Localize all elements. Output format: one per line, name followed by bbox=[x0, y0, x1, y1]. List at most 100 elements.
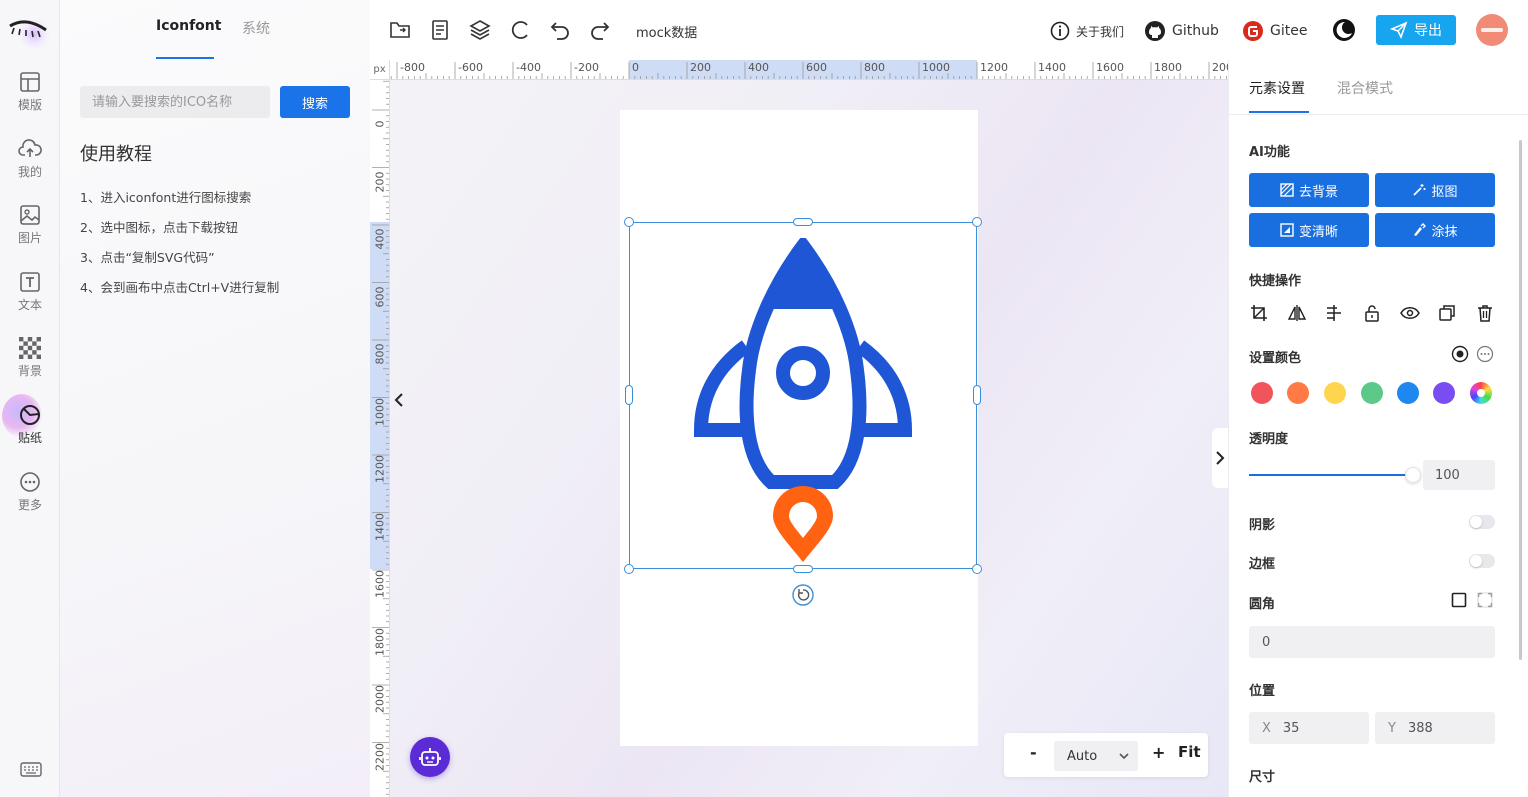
radius-uniform-icon[interactable] bbox=[1451, 592, 1467, 608]
tab-system[interactable]: 系统 bbox=[242, 18, 270, 38]
rail-item-more[interactable]: 更多 bbox=[0, 470, 60, 526]
layers-icon[interactable] bbox=[468, 18, 492, 42]
rail-item-images[interactable]: 图片 bbox=[0, 203, 60, 259]
undo-icon[interactable] bbox=[548, 18, 572, 42]
resize-handle-bottom-right[interactable] bbox=[972, 564, 982, 574]
export-label: 导出 bbox=[1414, 23, 1442, 39]
shadow-toggle[interactable] bbox=[1469, 515, 1495, 529]
remove-background-button[interactable]: 去背景 bbox=[1249, 173, 1369, 207]
mock-data-label[interactable]: mock数据 bbox=[636, 22, 697, 41]
about-link[interactable]: 关于我们 bbox=[1050, 18, 1124, 44]
align-icon bbox=[1327, 305, 1341, 321]
enhance-button[interactable]: 变清晰 bbox=[1249, 213, 1369, 247]
resize-handle-top[interactable] bbox=[793, 218, 813, 226]
delete-button[interactable] bbox=[1474, 302, 1496, 324]
tab-element-settings[interactable]: 元素设置 bbox=[1249, 78, 1305, 98]
enhance-icon bbox=[1280, 223, 1294, 237]
resize-handle-left[interactable] bbox=[625, 385, 633, 405]
rail-item-mine[interactable]: 我的 bbox=[0, 137, 60, 193]
resize-handle-bottom[interactable] bbox=[793, 565, 813, 573]
ruler-tick-label: 1600 bbox=[373, 570, 387, 598]
icon-search-input[interactable] bbox=[80, 86, 270, 118]
color-swatch[interactable] bbox=[1251, 382, 1273, 404]
collapse-left-panel-button[interactable] bbox=[390, 386, 408, 414]
zoom-select[interactable]: Auto bbox=[1054, 741, 1138, 771]
ruler-tick-label: 800 bbox=[864, 61, 885, 74]
visibility-button[interactable] bbox=[1399, 302, 1421, 324]
rail-item-templates[interactable]: 模版 bbox=[0, 70, 60, 126]
ruler-tick-label: 400 bbox=[373, 228, 387, 250]
resize-handle-top-right[interactable] bbox=[972, 217, 982, 227]
keyboard-icon[interactable] bbox=[20, 760, 42, 778]
canvas-area[interactable]: - Auto + Fit bbox=[390, 80, 1228, 797]
cutout-button[interactable]: 抠图 bbox=[1375, 173, 1495, 207]
color-mode-solid-icon[interactable] bbox=[1451, 345, 1469, 363]
chevron-down-icon bbox=[1119, 753, 1129, 760]
ai-assistant-button[interactable] bbox=[410, 737, 450, 777]
send-icon bbox=[1390, 21, 1408, 39]
ruler-tick-label: -800 bbox=[400, 61, 425, 74]
resize-handle-top-left[interactable] bbox=[624, 217, 634, 227]
import-file-icon[interactable] bbox=[388, 18, 412, 42]
position-y-input[interactable]: Y 388 bbox=[1375, 712, 1495, 744]
color-section-title: 设置颜色 bbox=[1249, 351, 1302, 366]
align-button[interactable] bbox=[1323, 302, 1345, 324]
redo-icon[interactable] bbox=[588, 18, 612, 42]
rail-item-label: 图片 bbox=[17, 231, 42, 245]
border-toggle[interactable] bbox=[1469, 554, 1495, 568]
remove-bg-icon bbox=[1280, 183, 1294, 197]
color-swatch[interactable] bbox=[1433, 382, 1455, 404]
position-x-input[interactable]: X 35 bbox=[1249, 712, 1369, 744]
tutorial-step: 1、进入iconfont进行图标搜索 bbox=[80, 190, 252, 205]
selection-box[interactable] bbox=[629, 222, 977, 569]
duplicate-button[interactable] bbox=[1436, 302, 1458, 324]
ai-section-title: AI功能 bbox=[1249, 145, 1290, 160]
collapse-right-panel-button[interactable] bbox=[1212, 428, 1228, 488]
document-icon[interactable] bbox=[428, 18, 452, 42]
color-swatch[interactable] bbox=[1324, 382, 1346, 404]
ruler-tick-label: 1800 bbox=[1154, 61, 1182, 74]
tab-blend-mode[interactable]: 混合模式 bbox=[1337, 78, 1393, 98]
color-picker-icon[interactable] bbox=[1470, 382, 1492, 404]
rail-item-stickers[interactable]: 贴纸 bbox=[0, 403, 60, 459]
app-logo-icon[interactable] bbox=[6, 8, 54, 52]
resize-handle-bottom-left[interactable] bbox=[624, 564, 634, 574]
ruler-tick-label: 600 bbox=[806, 61, 827, 74]
zoom-out-button[interactable]: - bbox=[1030, 743, 1037, 762]
color-more-icon[interactable] bbox=[1476, 345, 1494, 363]
gitee-link[interactable]: Gitee bbox=[1242, 18, 1307, 44]
crop-button[interactable] bbox=[1248, 302, 1270, 324]
color-swatch[interactable] bbox=[1397, 382, 1419, 404]
border-label: 边框 bbox=[1249, 557, 1276, 572]
smear-button[interactable]: 涂抹 bbox=[1375, 213, 1495, 247]
export-button[interactable]: 导出 bbox=[1376, 15, 1456, 45]
rail-item-label: 模版 bbox=[17, 98, 42, 112]
rotate-icon[interactable] bbox=[792, 584, 814, 606]
refresh-icon[interactable] bbox=[508, 18, 532, 42]
resize-handle-right[interactable] bbox=[973, 385, 981, 405]
opacity-slider-thumb[interactable] bbox=[1405, 467, 1421, 483]
rail-item-text[interactable]: 文本 bbox=[0, 270, 60, 326]
zoom-value: Auto bbox=[1067, 748, 1098, 764]
zoom-in-button[interactable]: + bbox=[1152, 743, 1165, 762]
color-swatch[interactable] bbox=[1361, 382, 1383, 404]
dark-mode-icon[interactable] bbox=[1332, 18, 1356, 42]
radius-input[interactable]: 0 bbox=[1249, 626, 1495, 658]
radius-individual-icon[interactable] bbox=[1477, 592, 1493, 608]
search-button[interactable]: 搜索 bbox=[280, 86, 350, 118]
ruler-unit: px bbox=[370, 60, 390, 80]
rail-item-background[interactable]: 背景 bbox=[0, 336, 60, 392]
github-link[interactable]: Github bbox=[1144, 18, 1219, 44]
flip-button[interactable] bbox=[1286, 302, 1308, 324]
lock-button[interactable] bbox=[1361, 302, 1383, 324]
color-swatch[interactable] bbox=[1287, 382, 1309, 404]
tab-iconfont[interactable]: Iconfont bbox=[156, 18, 221, 34]
y-value: 388 bbox=[1407, 720, 1433, 736]
tutorial-step: 3、点击“复制SVG代码” bbox=[80, 250, 215, 265]
zoom-fit-button[interactable]: Fit bbox=[1178, 743, 1201, 761]
opacity-slider-track[interactable] bbox=[1249, 474, 1413, 476]
properties-scrollbar[interactable] bbox=[1519, 140, 1522, 660]
opacity-input[interactable]: 100 bbox=[1423, 460, 1495, 490]
tab-underline bbox=[156, 57, 214, 59]
avatar[interactable] bbox=[1476, 14, 1508, 46]
